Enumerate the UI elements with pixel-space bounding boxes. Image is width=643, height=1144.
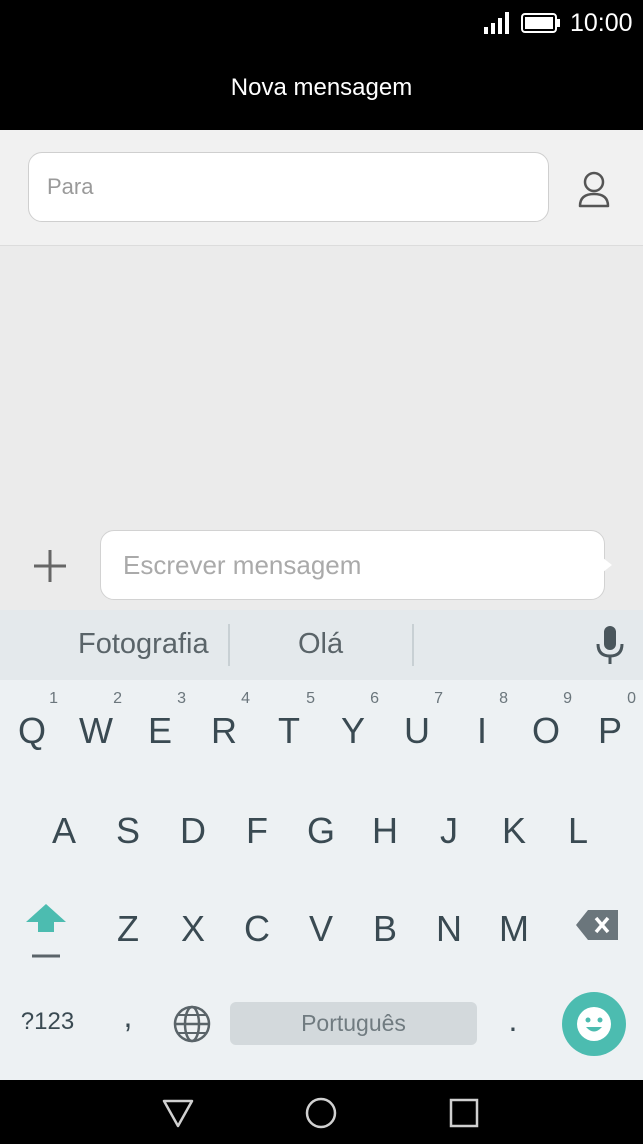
key-f[interactable]: F: [225, 782, 289, 872]
key-m[interactable]: M: [482, 880, 546, 970]
key-v[interactable]: V: [289, 880, 353, 970]
key-z[interactable]: Z: [96, 880, 160, 970]
signal-icon: [484, 12, 509, 34]
keyboard: Fotografia Olá Q1 W2 E3 R4 T5 Y6 U7 I8 O…: [0, 610, 643, 1080]
square-recents-icon[interactable]: [447, 1096, 481, 1130]
clock: 10:00: [570, 9, 633, 37]
key-l[interactable]: L: [546, 782, 610, 872]
backspace-icon[interactable]: [574, 908, 620, 942]
recipient-area: Para: [0, 130, 643, 246]
app-header: Nova mensagem: [0, 48, 643, 130]
globe-icon[interactable]: [172, 1004, 212, 1044]
key-i[interactable]: I8: [450, 682, 514, 772]
key-s[interactable]: S: [96, 782, 160, 872]
emoji-button[interactable]: [562, 992, 626, 1056]
person-icon[interactable]: [572, 168, 616, 212]
page-title: Nova mensagem: [230, 74, 413, 101]
period-key[interactable]: .: [498, 1002, 528, 1042]
key-c[interactable]: C: [225, 880, 289, 970]
key-r[interactable]: R4: [192, 682, 256, 772]
key-e[interactable]: E3: [128, 682, 192, 772]
battery-icon: [521, 13, 560, 33]
key-g[interactable]: G: [289, 782, 353, 872]
key-y[interactable]: Y6: [321, 682, 385, 772]
key-n[interactable]: N: [417, 880, 481, 970]
key-d[interactable]: D: [161, 782, 225, 872]
key-o[interactable]: O9: [514, 682, 578, 772]
message-input[interactable]: Escrever mensagem: [100, 530, 605, 600]
status-bar: 10:00: [0, 0, 643, 48]
key-t[interactable]: T5: [257, 682, 321, 772]
suggestion-bar: Fotografia Olá: [0, 610, 643, 680]
shift-icon[interactable]: [18, 900, 74, 960]
key-b[interactable]: B: [353, 880, 417, 970]
circle-home-icon[interactable]: [304, 1096, 338, 1130]
triangle-back-icon[interactable]: [161, 1096, 195, 1130]
symbols-key[interactable]: ?123: [10, 1008, 85, 1038]
compose-bar: Escrever mensagem: [0, 520, 643, 610]
key-x[interactable]: X: [161, 880, 225, 970]
recipient-input[interactable]: Para: [28, 152, 549, 222]
suggestion-1[interactable]: Fotografia: [78, 628, 209, 661]
microphone-icon[interactable]: [594, 624, 626, 666]
key-p[interactable]: P0: [578, 682, 642, 772]
bubble-tail: [598, 554, 612, 576]
smiley-icon: [577, 1007, 611, 1041]
suggestion-divider: [412, 624, 414, 666]
key-h[interactable]: H: [353, 782, 417, 872]
space-key[interactable]: Português: [230, 1002, 477, 1045]
key-a[interactable]: A: [32, 782, 96, 872]
comma-key[interactable]: ,: [108, 998, 148, 1048]
suggestion-divider: [228, 624, 230, 666]
key-k[interactable]: K: [482, 782, 546, 872]
suggestion-2[interactable]: Olá: [298, 628, 343, 661]
navigation-bar: [0, 1080, 643, 1144]
key-u[interactable]: U7: [385, 682, 449, 772]
plus-icon[interactable]: [30, 546, 70, 586]
key-w[interactable]: W2: [64, 682, 128, 772]
key-j[interactable]: J: [417, 782, 481, 872]
key-q[interactable]: Q1: [0, 682, 64, 772]
